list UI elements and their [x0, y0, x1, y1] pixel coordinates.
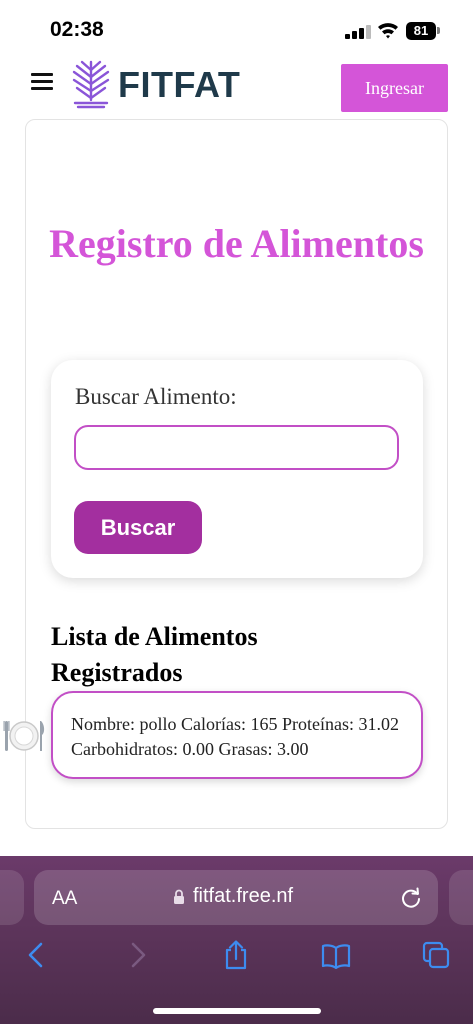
search-button[interactable]: Buscar	[74, 501, 202, 554]
previous-tab-preview[interactable]	[0, 870, 24, 925]
food-item-text: Nombre: pollo Calorías: 165 Proteínas: 3…	[71, 714, 399, 759]
share-icon[interactable]	[221, 940, 251, 970]
plate-cutlery-icon	[3, 721, 45, 751]
list-heading: Lista de Alimentos Registrados	[51, 622, 258, 687]
text-size-button[interactable]: AA	[52, 888, 77, 910]
lock-icon	[174, 889, 184, 904]
tabs-icon[interactable]	[421, 940, 451, 970]
url-text[interactable]: fitfat.free.nf	[193, 885, 293, 908]
reload-icon[interactable]	[400, 887, 422, 909]
list-item: Nombre: pollo Calorías: 165 Proteínas: 3…	[51, 691, 423, 779]
status-time: 02:38	[50, 18, 104, 41]
text-size-label: AA	[52, 888, 78, 909]
leaf-logo-icon	[72, 60, 110, 109]
cellular-signal-icon	[345, 24, 371, 39]
page-title: Registro de Alimentos	[49, 221, 424, 266]
wifi-icon	[378, 23, 398, 39]
battery-indicator: 81	[406, 22, 436, 40]
next-tab-preview[interactable]	[449, 870, 473, 925]
hamburger-icon[interactable]	[31, 73, 53, 91]
battery-tip	[437, 27, 440, 34]
login-button[interactable]: Ingresar	[341, 64, 448, 112]
back-icon[interactable]	[22, 940, 52, 970]
brand-name[interactable]: FITFAT	[118, 64, 240, 106]
search-label: Buscar Alimento:	[75, 384, 237, 409]
forward-icon[interactable]	[122, 940, 152, 970]
search-input[interactable]	[74, 425, 399, 470]
status-bar: 02:38 81	[0, 0, 473, 60]
bookmarks-icon[interactable]	[321, 940, 351, 970]
home-indicator	[153, 1008, 321, 1014]
